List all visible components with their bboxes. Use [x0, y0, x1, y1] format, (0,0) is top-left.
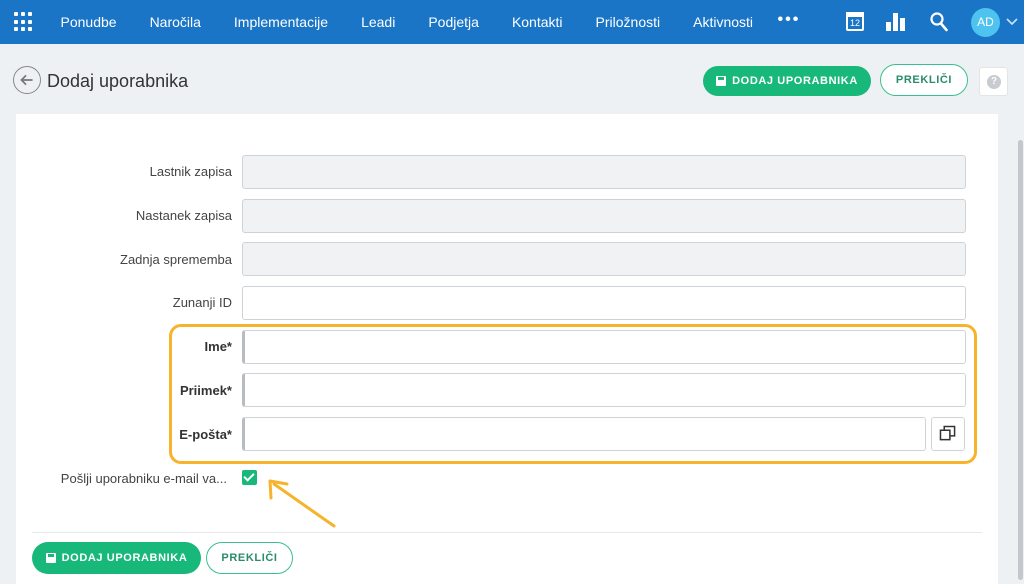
copy-button[interactable] — [931, 417, 965, 451]
add-user-button-bottom-label: DODAJ UPORABNIKA — [61, 552, 188, 564]
top-navigation-bar: Ponudbe Naročila Implementacije Leadi Po… — [0, 0, 1024, 44]
search-icon[interactable] — [930, 12, 948, 32]
add-user-button-top[interactable]: DODAJ UPORABNIKA — [703, 66, 871, 96]
help-icon: ? — [987, 75, 1001, 89]
back-arrow-icon[interactable] — [13, 66, 41, 94]
calendar-icon[interactable]: 12 — [846, 12, 864, 31]
owner-field[interactable] — [242, 155, 966, 189]
bar-chart-icon[interactable] — [886, 13, 906, 31]
pointer-arrow-icon — [268, 479, 336, 528]
main-nav: Ponudbe Naročila Implementacije Leadi Po… — [44, 0, 808, 44]
external-id-field[interactable] — [242, 286, 966, 320]
first-name-field[interactable] — [242, 330, 966, 364]
save-icon — [716, 76, 727, 86]
modified-field[interactable] — [242, 242, 966, 276]
add-user-button-top-label: DODAJ UPORABNIKA — [732, 75, 858, 87]
calendar-day: 12 — [849, 18, 860, 28]
created-label: Nastanek zapisa — [135, 208, 232, 223]
owner-label: Lastnik zapisa — [149, 164, 232, 179]
help-button[interactable]: ? — [979, 67, 1008, 96]
created-field[interactable] — [242, 199, 966, 233]
nav-item-narocila[interactable]: Naročila — [133, 0, 217, 44]
save-icon — [45, 553, 56, 563]
user-avatar[interactable]: AD — [971, 8, 1000, 37]
last-name-label: Priimek* — [179, 383, 232, 398]
scrollbar-thumb[interactable] — [1018, 140, 1023, 580]
email-field[interactable] — [242, 417, 926, 451]
page-title: Dodaj uporabnika — [47, 71, 189, 91]
cancel-button-bottom[interactable]: PREKLIČI — [206, 542, 293, 574]
nav-item-leadi[interactable]: Leadi — [345, 0, 412, 44]
nav-item-podjetja[interactable]: Podjetja — [412, 0, 496, 44]
nav-item-aktivnosti[interactable]: Aktivnosti — [677, 0, 770, 44]
form-divider — [32, 532, 982, 533]
send-email-checkbox[interactable] — [242, 470, 257, 485]
email-label: E-pošta* — [179, 427, 232, 442]
apps-grid-icon[interactable] — [14, 12, 34, 32]
cancel-button-top[interactable]: PREKLIČI — [880, 64, 968, 96]
nav-item-kontakti[interactable]: Kontakti — [495, 0, 579, 44]
nav-item-priloznosti[interactable]: Priložnosti — [579, 0, 677, 44]
copy-icon — [939, 425, 956, 441]
send-email-label: Pošlji uporabniku e-mail va... — [60, 471, 227, 486]
nav-item-ponudbe[interactable]: Ponudbe — [44, 0, 133, 44]
add-user-button-bottom[interactable]: DODAJ UPORABNIKA — [32, 542, 201, 574]
page-header: Dodaj uporabnika DODAJ UPORABNIKA PREKLI… — [0, 44, 1024, 114]
external-id-label: Zunanji ID — [172, 295, 232, 310]
nav-item-implementacije[interactable]: Implementacije — [217, 0, 344, 44]
first-name-label: Ime* — [204, 339, 232, 354]
nav-more-button[interactable]: ••• — [770, 0, 809, 44]
modified-label: Zadnja sprememba — [120, 252, 232, 267]
last-name-field[interactable] — [242, 373, 966, 407]
chevron-down-icon[interactable] — [1005, 14, 1019, 28]
